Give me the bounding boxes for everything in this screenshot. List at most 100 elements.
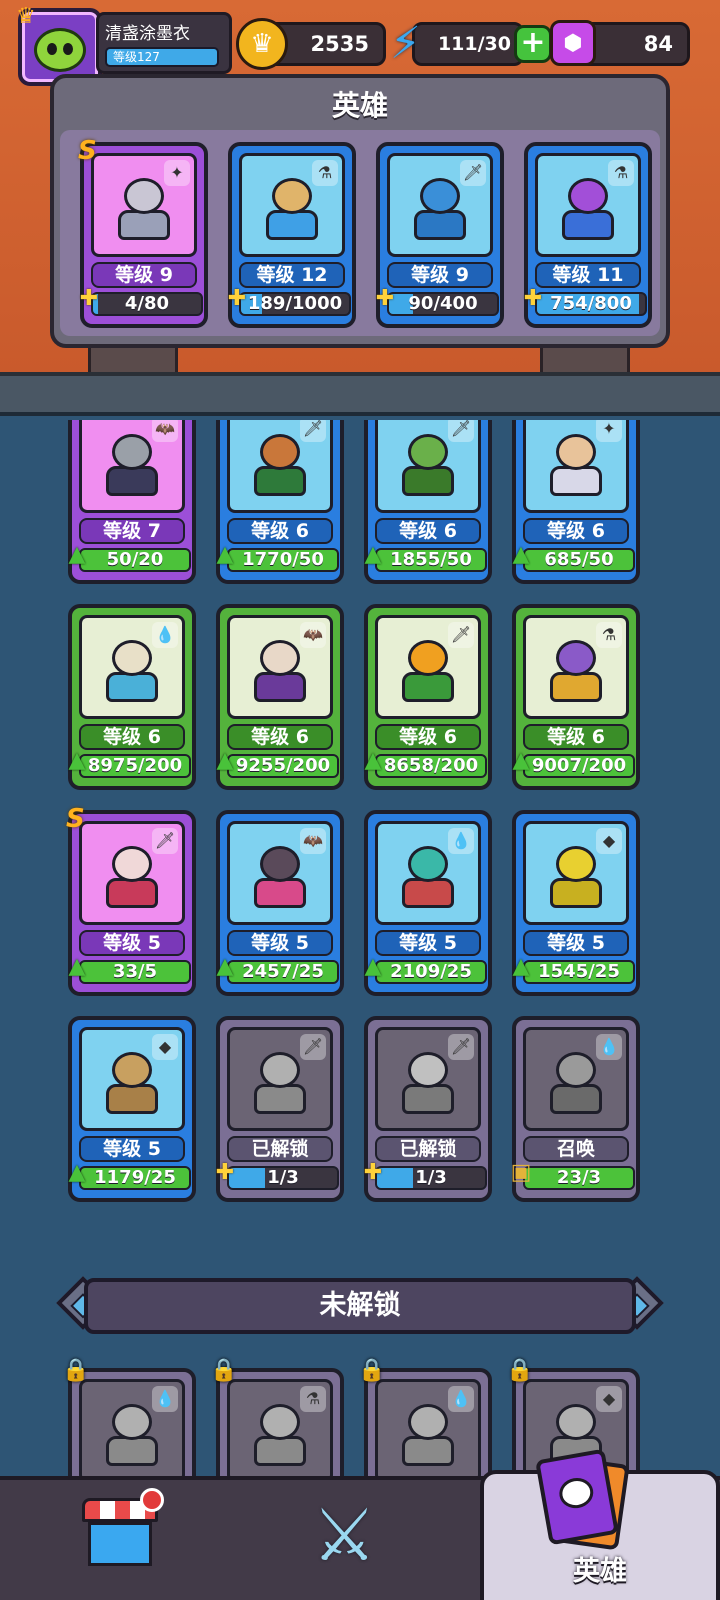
slime-avatar-icon [34,28,86,72]
hero-card[interactable]: ⚗ 等级 6 9007/200 ▲ [512,604,640,790]
energy-value: 111/30 [437,33,511,55]
hero-portrait: 💧 [79,1379,185,1483]
hero-card[interactable]: 🗡 等级 9 90/400 ✚ [376,142,504,328]
hero-level: 等级 6 [375,724,481,750]
hero-card[interactable]: ⚗ 等级 11 754/800 ✚ [524,142,652,328]
locked-hero-card[interactable]: 💧 🔒 [358,1358,492,1488]
crossed-swords-icon: ⚔ [312,1493,377,1577]
element-icon: ⚗ [596,622,622,648]
locked-hero-card[interactable]: ⚗ 🔒 [210,1358,344,1488]
element-icon: 💧 [152,622,178,648]
hero-portrait: 🗡 [375,615,481,719]
element-icon: ⚗ [300,1386,326,1412]
nav-tab-heroes[interactable]: 英雄 [480,1448,720,1600]
card-progress-text: 1179/25 [94,1167,176,1188]
hero-level: 等级 6 [227,724,333,750]
nav-heroes-label: 英雄 [573,1556,627,1587]
upgrade-arrow-icon: ▲ [364,954,382,979]
hero-portrait: 🗡 [387,153,493,257]
card-progress-bar: 9255/200 [227,754,339,778]
hero-card[interactable]: 🗡 等级 6 1855/50 ▲ [364,420,492,584]
lightning-icon: ⚡ [390,18,421,69]
upgrade-arrow-icon: ▲ [512,748,530,773]
element-icon: ⚗ [608,160,634,186]
hero-card[interactable]: 🗡 已解锁 1/3 ✚ [364,1016,492,1202]
hero-level: 等级 9 [91,262,197,288]
hero-level: 等级 5 [375,930,481,956]
hero-card[interactable]: 🦇 等级 5 2457/25 ▲ [216,810,344,996]
card-progress-bar: 23/3 [523,1166,635,1190]
hero-card[interactable]: 🗡 等级 6 8658/200 ▲ [364,604,492,790]
card-progress-bar: 1/3 [375,1166,487,1190]
hero-card[interactable]: 🗡 S 等级 5 33/5 ▲ [66,804,196,996]
hero-card[interactable]: ⚗ 等级 12 189/1000 ✚ [228,142,356,328]
element-icon: 🦇 [300,622,326,648]
grade-badge: S [78,136,97,166]
element-icon: ◆ [152,1034,178,1060]
element-icon: 🗡 [448,622,474,648]
hero-card[interactable]: ◆ 等级 5 1179/25 ▲ [68,1016,196,1202]
upgrade-arrow-icon: ▲ [216,748,234,773]
card-progress-text: 33/5 [112,961,158,982]
card-progress-text: 1770/50 [242,549,324,570]
player-info[interactable]: 清盏涂墨衣 等级127 [96,12,232,74]
hero-card[interactable]: ◆ 等级 5 1545/25 ▲ [512,810,640,996]
hero-card[interactable]: 💧 等级 5 2109/25 ▲ [364,810,492,996]
locked-hero-card[interactable]: 💧 🔒 [62,1358,196,1488]
element-icon: ◆ [596,1386,622,1412]
hero-portrait: 💧 [79,615,185,719]
player-level: 等级127 [105,47,219,67]
hero-card[interactable]: 🦇 等级 6 9255/200 ▲ [216,604,344,790]
hero-card[interactable]: ✦ S 等级 9 4/80 ✚ [78,136,208,328]
card-progress-text: 1/3 [415,1167,447,1188]
card-progress-bar: 50/20 [79,548,191,572]
hero-level: 等级 12 [239,262,345,288]
crown-coin-icon: ♛ [236,18,288,70]
add-energy-button[interactable]: + [514,25,552,63]
element-icon: ✦ [164,160,190,186]
hero-portrait: 💧 [523,1027,629,1131]
card-progress-bar: 1855/50 [375,548,487,572]
hero-portrait: ⚗ [227,1379,333,1483]
puzzle-piece-icon: ✚ [215,1160,235,1185]
element-icon: 💧 [448,1386,474,1412]
hero-card[interactable]: 🗡 等级 6 1770/50 ▲ [216,420,344,584]
lock-icon: 🔒 [506,1358,534,1383]
section-separator [0,372,720,416]
card-progress-text: 189/1000 [247,293,343,314]
nav-tab-battle[interactable]: ⚔ [240,1480,480,1600]
card-progress-bar: 9007/200 [523,754,635,778]
hero-card[interactable]: 🗡 已解锁 1/3 ✚ [216,1016,344,1202]
hero-level: 等级 6 [227,518,333,544]
lock-icon: 🔒 [210,1358,238,1383]
energy-counter[interactable]: 111/30 [412,22,524,66]
card-progress-text: 754/800 [550,293,632,314]
element-icon: 💧 [152,1386,178,1412]
element-icon: 💧 [448,828,474,854]
gem-icon: ⬢ [550,20,596,66]
card-progress-bar: 1545/25 [523,960,635,984]
hero-portrait: ⚗ [535,153,641,257]
gold-value: 2535 [310,32,369,56]
hero-level: 等级 6 [523,518,629,544]
card-progress-bar: 1179/25 [79,1166,191,1190]
card-progress-text: 8658/200 [383,755,479,776]
hero-portrait: 🗡 [79,821,185,925]
card-progress-text: 685/50 [544,549,614,570]
grade-badge: S [66,804,85,834]
hero-card[interactable]: 💧 等级 6 8975/200 ▲ [68,604,196,790]
locked-section-title: 未解锁 [319,1290,401,1321]
hero-level: 已解锁 [375,1136,481,1162]
hero-portrait: 🗡 [375,420,481,513]
card-progress-text: 9255/200 [235,755,331,776]
nav-tab-shop[interactable] [0,1480,240,1600]
hero-portrait: 💧 [375,1379,481,1483]
upgrade-arrow-icon: ▲ [364,748,382,773]
hero-card[interactable]: 🦇 等级 7 50/20 ▲ [68,420,196,584]
hero-card[interactable]: 💧 召唤 23/3 ▣ [511,1016,640,1202]
hero-level: 召唤 [523,1136,629,1162]
hero-level: 等级 9 [387,262,493,288]
card-progress-text: 8975/200 [87,755,183,776]
hero-card[interactable]: ✦ 等级 6 685/50 ▲ [512,420,640,584]
puzzle-piece-icon: ✚ [363,1160,383,1185]
